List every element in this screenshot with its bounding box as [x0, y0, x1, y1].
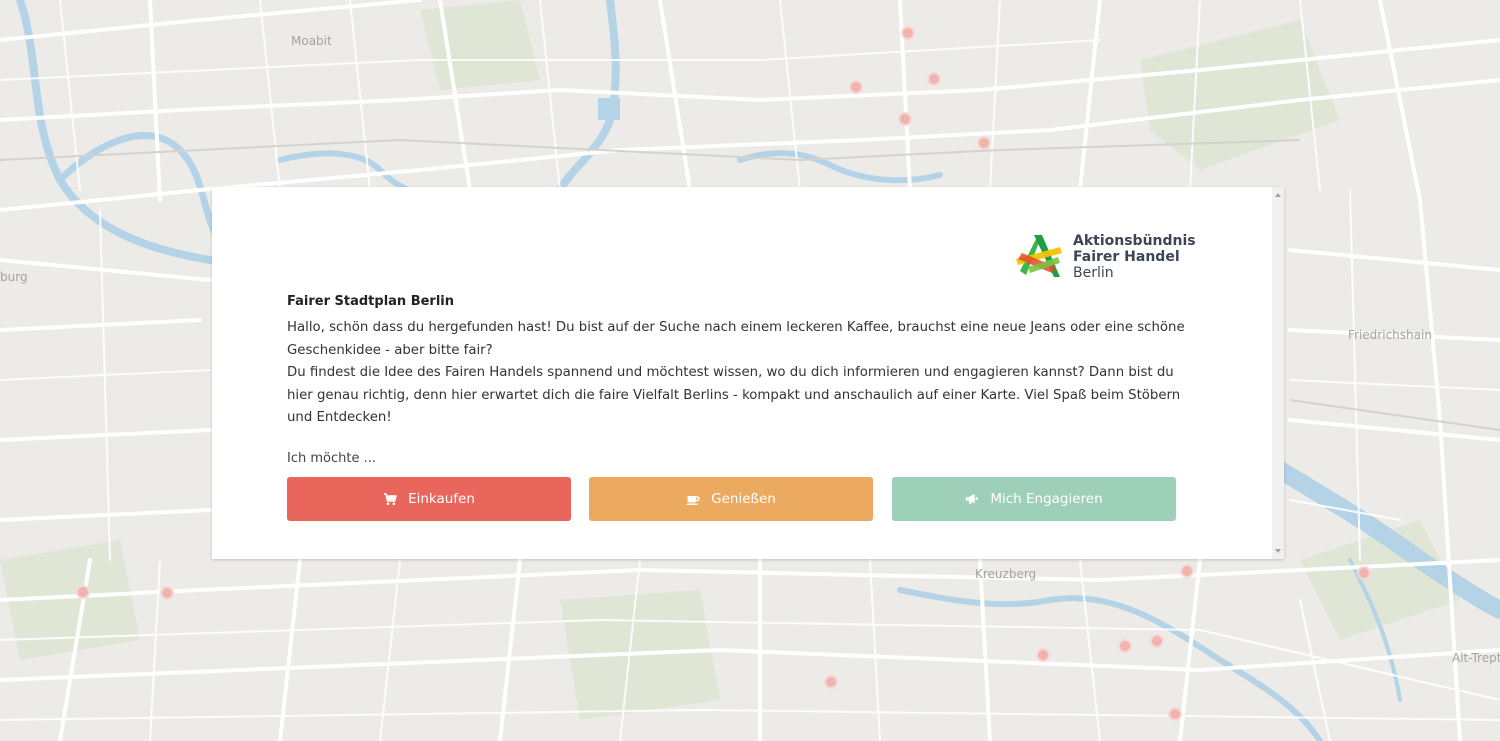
map-marker[interactable] — [76, 585, 90, 599]
map-marker[interactable] — [1036, 648, 1050, 662]
map-marker[interactable] — [824, 675, 838, 689]
intro-paragraph-2: Du findest die Idee des Fairen Handels s… — [287, 365, 1181, 425]
logo-mark-icon — [1016, 235, 1062, 277]
map-label-kreuzberg: Kreuzberg — [975, 567, 1037, 581]
map-marker[interactable] — [977, 136, 991, 150]
map-marker[interactable] — [1118, 639, 1132, 653]
map-marker[interactable] — [849, 80, 863, 94]
map-marker[interactable] — [927, 72, 941, 86]
map-marker[interactable] — [898, 112, 912, 126]
intro-paragraph-1: Hallo, schön dass du hergefunden hast! D… — [287, 320, 1185, 358]
modal-title: Fairer Stadtplan Berlin — [287, 294, 455, 309]
intro-text: Hallo, schön dass du hergefunden hast! D… — [287, 317, 1192, 430]
logo-text-line3: Berlin — [1073, 265, 1114, 281]
scroll-up-icon[interactable] — [1275, 193, 1281, 197]
choose-label: Ich möchte ... — [287, 451, 376, 466]
map-marker[interactable] — [1180, 564, 1194, 578]
logo-text-line1: Aktionsbündnis — [1073, 233, 1196, 249]
geniessen-button[interactable]: Genießen — [589, 477, 873, 521]
map-marker[interactable] — [1357, 566, 1371, 580]
coffee-cup-icon — [686, 496, 700, 505]
logo-text-line2: Fairer Handel — [1073, 249, 1180, 265]
modal-scrollbar[interactable] — [1272, 187, 1284, 559]
einkaufen-button[interactable]: Einkaufen — [287, 477, 571, 521]
einkaufen-label: Einkaufen — [408, 491, 475, 507]
geniessen-label: Genießen — [711, 491, 776, 507]
map-marker[interactable] — [1150, 634, 1164, 648]
megaphone-icon — [966, 493, 979, 505]
scroll-down-icon[interactable] — [1275, 549, 1281, 553]
map-viewport[interactable]: Moabit burg Friedrichshain Kreuzberg Alt… — [0, 0, 1500, 741]
organization-logo: Aktionsbündnis Fairer Handel Berlin — [1016, 233, 1196, 283]
mich-engagieren-button[interactable]: Mich Engagieren — [892, 477, 1176, 521]
map-label-moabit: Moabit — [291, 34, 332, 48]
map-marker[interactable] — [1168, 707, 1182, 721]
map-label-burg: burg — [0, 270, 28, 284]
mich-engagieren-label: Mich Engagieren — [990, 491, 1103, 507]
map-label-friedrichshain: Friedrichshain — [1348, 328, 1432, 342]
map-marker[interactable] — [160, 586, 174, 600]
shopping-cart-icon — [384, 493, 397, 506]
map-marker[interactable] — [901, 26, 915, 40]
welcome-modal: Aktionsbündnis Fairer Handel Berlin Fair… — [212, 187, 1284, 559]
map-label-alt-treptow: Alt-Trept — [1452, 651, 1500, 665]
